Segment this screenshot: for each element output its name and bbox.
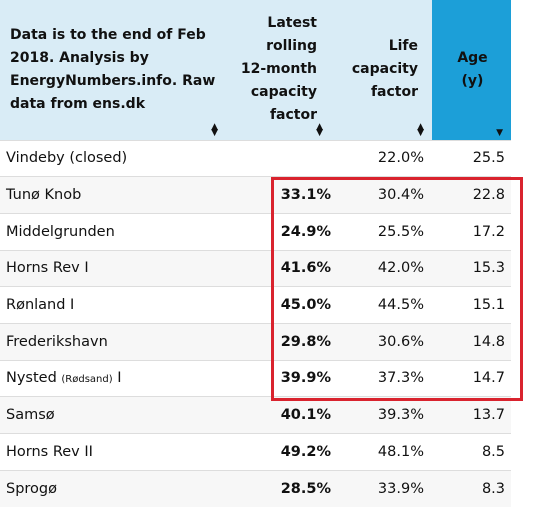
cell-name: Vindeby (closed) — [0, 139, 226, 177]
cell-name: Sprogø — [0, 469, 226, 507]
cell-name: Middelgrunden — [0, 212, 226, 251]
cell-name: Nysted (Rødsand) I — [0, 359, 226, 397]
row-name: Sprogø — [6, 480, 57, 497]
cell-name: Samsø — [0, 396, 226, 434]
cell-age: 22.8 — [432, 176, 511, 214]
cell-latest — [226, 139, 331, 177]
table-row: Middelgrunden 24.9% 25.5% 17.2 — [0, 212, 511, 251]
cell-life: 30.4% — [331, 176, 432, 214]
row-name: Nysted — [6, 370, 57, 387]
cell-name: Tunø Knob — [0, 176, 226, 214]
cell-life: 25.5% — [331, 212, 432, 251]
column-header-life[interactable]: Life capacity factor ▲ ▼ — [331, 0, 432, 140]
capacity-factor-table: Data is to the end of Feb 2018. Analysis… — [0, 0, 511, 507]
row-name: Middelgrunden — [6, 223, 115, 240]
cell-life: 37.3% — [331, 359, 432, 397]
sort-desc-icon: ▼ — [496, 127, 503, 138]
cell-latest: 40.1% — [226, 396, 331, 434]
row-name: Vindeby (closed) — [6, 150, 128, 167]
column-header-age[interactable]: Age (y) ▼ — [432, 0, 511, 140]
cell-age: 8.3 — [432, 469, 511, 507]
cell-life: 42.0% — [331, 249, 432, 287]
row-name-suffix: I — [112, 370, 122, 387]
cell-name: Frederikshavn — [0, 322, 226, 361]
cell-latest: 49.2% — [226, 433, 331, 471]
column-header-latest[interactable]: Latest rolling 12-month capacity factor ▲… — [226, 0, 331, 140]
header-label: Life capacity factor — [351, 38, 418, 101]
cell-latest: 33.1% — [226, 176, 331, 214]
table-row: Rønland I 45.0% 44.5% 15.1 — [0, 286, 511, 324]
table-row: Horns Rev I 41.6% 42.0% 15.3 — [0, 249, 511, 287]
column-header-name[interactable]: Data is to the end of Feb 2018. Analysis… — [0, 0, 226, 140]
row-name: Rønland I — [6, 297, 75, 314]
cell-life: 44.5% — [331, 286, 432, 324]
header-row: Data is to the end of Feb 2018. Analysis… — [0, 0, 511, 140]
row-name: Horns Rev I — [6, 260, 89, 277]
cell-latest: 29.8% — [226, 322, 331, 361]
row-name: Horns Rev II — [6, 443, 93, 460]
sort-both-icon: ▲ ▼ — [211, 121, 218, 138]
cell-age: 14.8 — [432, 322, 511, 361]
cell-latest: 28.5% — [226, 469, 331, 507]
cell-age: 15.3 — [432, 249, 511, 287]
header-label: Age (y) — [457, 49, 488, 89]
header-label: Latest rolling 12-month capacity factor — [240, 15, 317, 124]
table-row: Samsø 40.1% 39.3% 13.7 — [0, 396, 511, 434]
cell-age: 25.5 — [432, 139, 511, 177]
row-name: Samsø — [6, 407, 55, 424]
cell-life: 39.3% — [331, 396, 432, 434]
sort-both-icon: ▲ ▼ — [417, 121, 424, 138]
cell-name: Horns Rev I — [0, 249, 226, 287]
header-label: Data is to the end of Feb 2018. Analysis… — [10, 26, 216, 112]
cell-age: 14.7 — [432, 359, 511, 397]
cell-age: 15.1 — [432, 286, 511, 324]
cell-age: 17.2 — [432, 212, 511, 251]
row-name: Tunø Knob — [6, 187, 82, 204]
row-name: Frederikshavn — [6, 333, 108, 350]
cell-age: 13.7 — [432, 396, 511, 434]
cell-life: 48.1% — [331, 433, 432, 471]
cell-life: 33.9% — [331, 469, 432, 507]
cell-life: 22.0% — [331, 139, 432, 177]
sort-both-icon: ▲ ▼ — [316, 121, 323, 138]
cell-latest: 39.9% — [226, 359, 331, 397]
row-name-sub: (Rødsand) — [61, 374, 113, 386]
table-row: Frederikshavn 29.8% 30.6% 14.8 — [0, 322, 511, 361]
cell-life: 30.6% — [331, 322, 432, 361]
table-row: Tunø Knob 33.1% 30.4% 22.8 — [0, 176, 511, 214]
cell-latest: 45.0% — [226, 286, 331, 324]
cell-age: 8.5 — [432, 433, 511, 471]
table-row: Vindeby (closed) 22.0% 25.5 — [0, 139, 511, 177]
table-row: Nysted (Rødsand) I 39.9% 37.3% 14.7 — [0, 359, 511, 397]
cell-name: Horns Rev II — [0, 433, 226, 471]
table-row: Sprogø 28.5% 33.9% 8.3 — [0, 469, 511, 507]
cell-name: Rønland I — [0, 286, 226, 324]
cell-latest: 41.6% — [226, 249, 331, 287]
cell-latest: 24.9% — [226, 212, 331, 251]
table-row: Horns Rev II 49.2% 48.1% 8.5 — [0, 433, 511, 471]
